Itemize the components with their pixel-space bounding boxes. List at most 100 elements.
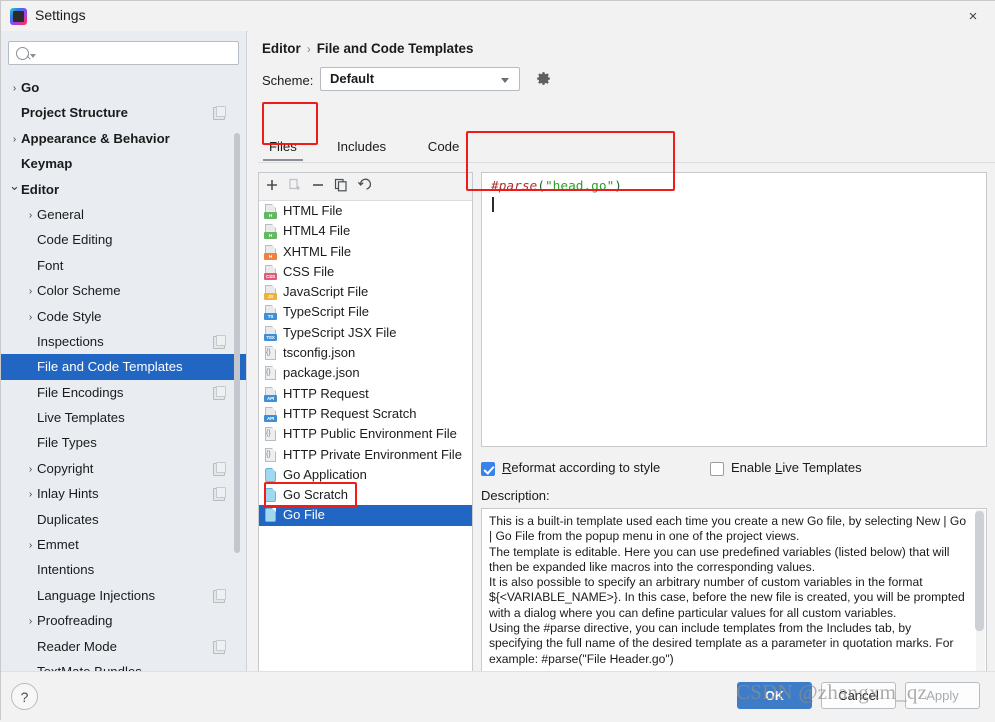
sidebar-item-label: Language Injections (37, 588, 155, 603)
sidebar-item-go[interactable]: ›Go (1, 75, 247, 100)
list-item[interactable]: APIHTTP Request (259, 384, 472, 404)
list-item[interactable]: package.json (259, 363, 472, 383)
sidebar-item-label: Font (37, 258, 63, 273)
sidebar-item-file-encodings[interactable]: ›File Encodings (1, 380, 247, 405)
open-paren: ( (537, 179, 545, 194)
tab-code[interactable]: Code (417, 133, 471, 161)
chevron-right-icon[interactable]: › (25, 533, 36, 558)
list-item[interactable]: HXHTML File (259, 242, 472, 262)
sidebar-item-project-structure[interactable]: ›Project Structure (1, 100, 247, 125)
goland-icon (10, 8, 27, 25)
list-item[interactable]: HHTML4 File (259, 221, 472, 241)
template-editor[interactable]: #parse("head.go") (481, 172, 987, 447)
copy-settings-icon (213, 590, 225, 603)
list-item[interactable]: Go Scratch (259, 485, 472, 505)
sidebar-item-appearance-behavior[interactable]: ›Appearance & Behavior (1, 126, 247, 151)
sidebar-item-inspections[interactable]: ›Inspections (1, 329, 247, 354)
revert-icon (357, 180, 371, 195)
chevron-right-icon[interactable]: › (25, 457, 36, 482)
close-icon[interactable]: × (950, 1, 995, 31)
go-file-icon (264, 468, 278, 483)
sidebar-item-emmet[interactable]: ›Emmet (1, 532, 247, 557)
sidebar-item-code-editing[interactable]: ›Code Editing (1, 227, 247, 252)
sidebar-item-copyright[interactable]: ›Copyright (1, 456, 247, 481)
chevron-right-icon[interactable]: › (9, 127, 20, 152)
sidebar-item-label: Color Scheme (37, 283, 121, 298)
sidebar-item-code-style[interactable]: ›Code Style (1, 304, 247, 329)
sidebar-item-general[interactable]: ›General (1, 202, 247, 227)
copy-settings-icon (213, 387, 225, 400)
list-item[interactable]: tsconfig.json (259, 343, 472, 363)
sidebar-scrollbar-thumb[interactable] (234, 133, 240, 553)
sidebar-item-editor[interactable]: ⌄Editor (1, 177, 247, 202)
tab-includes[interactable]: Includes (326, 133, 397, 161)
scheme-dropdown[interactable]: Default (320, 67, 520, 91)
json-file-icon (264, 448, 278, 463)
sidebar-item-label: Keymap (21, 156, 72, 171)
tab-label: Code (428, 139, 460, 154)
html4-file-icon: H (264, 224, 278, 239)
help-button[interactable]: ? (11, 683, 38, 710)
copy-settings-icon (213, 488, 225, 501)
template-list: HHTML FileHHTML4 FileHXHTML FileCSSCSS F… (259, 201, 472, 683)
sidebar-item-proofreading[interactable]: ›Proofreading (1, 608, 247, 633)
sidebar-item-inlay-hints[interactable]: ›Inlay Hints (1, 481, 247, 506)
duplicate-template-button[interactable] (334, 178, 353, 196)
list-item[interactable]: TSTypeScript File (259, 302, 472, 322)
sidebar-item-duplicates[interactable]: ›Duplicates (1, 507, 247, 532)
reset-template-button[interactable] (357, 178, 376, 196)
description-scrollbar-thumb[interactable] (975, 511, 984, 631)
search-box[interactable] (8, 41, 239, 65)
sidebar-item-language-injections[interactable]: ›Language Injections (1, 583, 247, 608)
sidebar-item-textmate-bundles[interactable]: ›TextMate Bundles (1, 659, 247, 671)
remove-template-button[interactable] (311, 178, 330, 196)
sidebar-item-live-templates[interactable]: ›Live Templates (1, 405, 247, 430)
copy-settings-icon (213, 107, 225, 120)
sidebar-item-file-types[interactable]: ›File Types (1, 430, 247, 455)
chevron-right-icon[interactable]: › (25, 482, 36, 507)
gear-icon[interactable] (535, 71, 552, 88)
breadcrumb-current: File and Code Templates (317, 41, 474, 56)
list-item[interactable]: HTTP Private Environment File (259, 445, 472, 465)
sidebar-item-color-scheme[interactable]: ›Color Scheme (1, 278, 247, 303)
breadcrumb-parent[interactable]: Editor (262, 41, 301, 56)
sidebar-item-file-and-code-templates[interactable]: ›File and Code Templates (1, 354, 247, 379)
typescript-file-icon: TS (264, 305, 278, 320)
sidebar-item-reader-mode[interactable]: ›Reader Mode (1, 634, 247, 659)
tab-files[interactable]: Files (258, 133, 308, 161)
sidebar-scrollbar-track[interactable] (237, 81, 243, 661)
list-item[interactable]: Go File (259, 505, 472, 525)
list-item[interactable]: Go Application (259, 465, 472, 485)
list-item[interactable]: APIHTTP Request Scratch (259, 404, 472, 424)
list-item[interactable]: CSSCSS File (259, 262, 472, 282)
template-code: #parse("head.go") (491, 179, 622, 194)
chevron-right-icon[interactable]: › (25, 203, 36, 228)
description-scrollbar-track[interactable] (976, 510, 985, 693)
reformat-label[interactable]: RReformat according to styleeformat acco… (502, 460, 660, 475)
list-item-label: JavaScript File (283, 284, 368, 299)
list-item-label: TypeScript JSX File (283, 325, 396, 340)
sidebar-item-label: Inlay Hints (37, 486, 99, 501)
list-item[interactable]: TSXTypeScript JSX File (259, 323, 472, 343)
chevron-down-icon[interactable]: ⌄ (9, 173, 20, 198)
sidebar-item-keymap[interactable]: ›Keymap (1, 151, 247, 176)
chevron-right-icon[interactable]: › (25, 305, 36, 330)
live-templates-checkbox[interactable] (710, 462, 724, 476)
list-item-label: Go Scratch (283, 487, 348, 502)
javascript-file-icon: JS (264, 285, 278, 300)
add-template-button[interactable] (265, 178, 284, 196)
list-item[interactable]: HTTP Public Environment File (259, 424, 472, 444)
http-scratch-icon: API (264, 407, 278, 422)
sidebar-item-font[interactable]: ›Font (1, 253, 247, 278)
search-input[interactable] (35, 44, 234, 64)
chevron-right-icon[interactable]: › (25, 609, 36, 634)
sidebar-item-label: General (37, 207, 84, 222)
sidebar-item-intentions[interactable]: ›Intentions (1, 557, 247, 582)
reformat-checkbox[interactable] (481, 462, 495, 476)
list-item[interactable]: JS JavaScript File (259, 282, 472, 302)
live-templates-label[interactable]: Enable Live Templates (731, 460, 862, 475)
list-item[interactable]: HHTML File (259, 201, 472, 221)
chevron-right-icon[interactable]: › (9, 76, 20, 101)
chevron-down-icon (501, 78, 509, 83)
chevron-right-icon[interactable]: › (25, 279, 36, 304)
